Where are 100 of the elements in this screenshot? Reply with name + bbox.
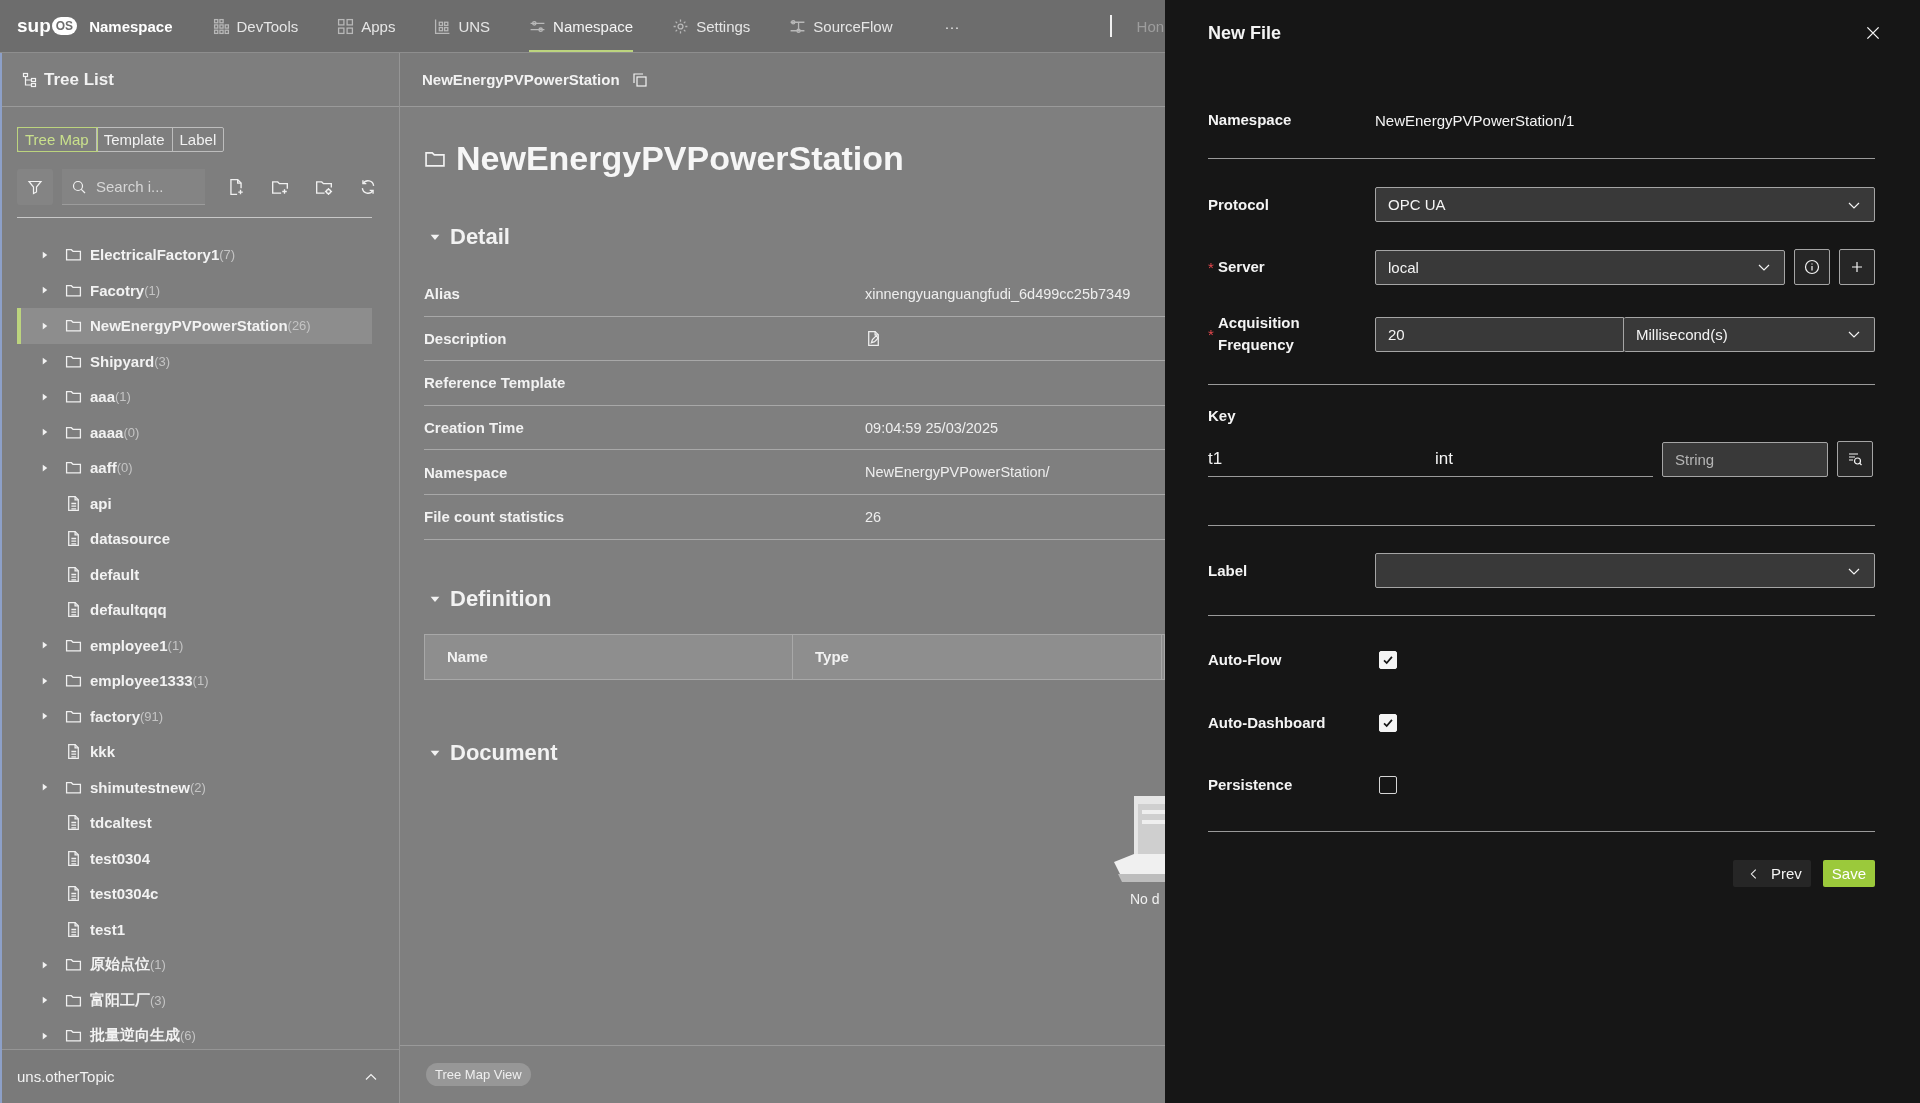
tree-item[interactable]: employee1(1) [17,627,372,663]
tree-item[interactable]: employee1333(1) [17,663,372,699]
tree-item[interactable]: tdcaltest [17,805,372,841]
detail-value: 09:04:59 25/03/2025 [865,419,999,436]
detail-label: Creation Time [424,419,525,437]
file-icon [65,743,82,761]
tree-item[interactable]: aaff(0) [17,450,372,486]
required-mark: * [1208,258,1215,276]
empty-message: No d [1130,890,1161,907]
tree-item[interactable]: Facotry(1) [17,272,372,308]
info-button[interactable] [1794,249,1830,285]
search-field[interactable]: Search i... [62,168,205,205]
new-file-icon[interactable] [227,177,245,196]
copy-icon[interactable] [631,71,648,88]
file-icon [65,920,82,938]
detail-label: Alias [424,285,461,303]
checkbox[interactable] [1379,776,1397,794]
grid-icon [212,17,230,35]
file-icon [65,601,82,619]
file-icon [65,565,82,583]
plus-icon [1849,259,1865,275]
tree-item[interactable]: aaa(1) [17,379,372,415]
tree-item[interactable]: 批量逆向生成(6) [17,1018,372,1049]
app-title: Namespace [89,17,173,35]
tree-item[interactable]: shimutestnew(2) [17,769,372,805]
tree-item[interactable]: default [17,556,372,592]
field-label: Auto-Flow [1208,650,1282,670]
tree-item[interactable]: test1 [17,911,372,947]
tree-item[interactable]: test0304 [17,840,372,876]
tree-item[interactable]: factory(91) [17,698,372,734]
segment-tab[interactable]: Template [96,128,173,151]
field-label: Persistence [1208,775,1293,795]
view-tab[interactable]: Tree Map View [426,1063,531,1086]
blocks-icon [434,17,452,35]
filter-button[interactable] [17,168,53,205]
tree-item[interactable]: defaultqqq [17,592,372,628]
close-icon[interactable] [1864,24,1882,42]
panel-footer[interactable]: uns.otherTopic [2,1049,399,1103]
select-field[interactable]: OPC UA [1375,187,1875,222]
add-button[interactable] [1839,249,1875,285]
field-label: Key [1208,407,1237,424]
select-field[interactable] [1375,553,1875,588]
drawer-title: New File [1208,22,1282,44]
segment-tab[interactable]: Label [172,128,224,151]
required-mark: * [1208,325,1215,343]
detail-label: Description [424,329,508,347]
column-header: Type [793,634,1162,679]
nav-tab[interactable]: UNS [434,0,491,52]
detail-value: NewEnergyPVPowerStation/ [865,464,1050,481]
settings-icon [672,17,690,35]
nav-tab[interactable]: DevTools [212,0,299,52]
detail-value: 26 [865,508,882,525]
tree-icon [22,71,38,88]
tree-item[interactable]: kkk [17,734,372,770]
field-label: Protocol [1208,194,1269,215]
file-icon [65,494,82,512]
prev-button[interactable]: Prev [1732,860,1811,887]
info-icon [1804,259,1820,275]
tree-item[interactable]: 富阳工厂(3) [17,982,372,1018]
tree-item[interactable]: api [17,485,372,521]
more-menu[interactable]: ··· [944,17,960,35]
tree-item[interactable]: test0304c [17,876,372,912]
nav-tab[interactable]: Apps [337,0,396,52]
file-icon [65,814,82,832]
detail-label: File count statistics [424,508,566,526]
tree-item[interactable]: ElectricalFactory1(7) [17,237,372,273]
key-field[interactable]: t1 int [1208,441,1653,477]
filter-icon [27,178,43,195]
search-list-button[interactable] [1837,441,1873,477]
tree-item[interactable]: 原始点位(1) [17,947,372,983]
number-field[interactable]: 20 [1375,316,1624,352]
breadcrumb-title: NewEnergyPVPowerStation [422,71,620,88]
tree-item[interactable]: datasource [17,521,372,557]
segment-tab[interactable]: Tree Map [18,128,97,151]
edit-document-icon[interactable] [865,329,882,347]
field-label: Label [1208,560,1248,581]
refresh-icon[interactable] [359,177,377,196]
select-field[interactable]: Millisecond(s) [1624,316,1875,352]
select-field[interactable]: local [1375,249,1785,285]
page-title: NewEnergyPVPowerStation [456,139,904,178]
file-icon [65,530,82,548]
section-header[interactable]: Detail [424,224,1165,250]
tree-item[interactable]: Shipyard(3) [17,343,372,379]
section-header[interactable]: Document [424,739,1165,766]
field-label: Auto-Dashboard [1208,712,1326,733]
section-header[interactable]: Definition [424,585,1165,612]
save-button[interactable]: Save [1822,860,1875,887]
field-label: Acquisition Frequency [1218,313,1301,355]
file-icon [65,885,82,903]
field-value: NewEnergyPVPowerStation/1 [1375,111,1575,129]
nav-tab[interactable]: Settings [672,0,751,52]
field-label: Namespace [1208,110,1292,130]
tree-item[interactable]: aaaa(0) [17,414,372,450]
logo: sup OS [17,15,78,37]
list-search-icon [1847,451,1863,467]
field-label: Server [1218,257,1265,277]
detail-label: Reference Template [424,374,567,392]
type-field[interactable]: String [1662,441,1828,477]
nav-tab[interactable]: SourceFlow [789,0,893,52]
detail-value: xinnengyuanguangfudi_6d499cc25b7349 [865,285,1131,302]
